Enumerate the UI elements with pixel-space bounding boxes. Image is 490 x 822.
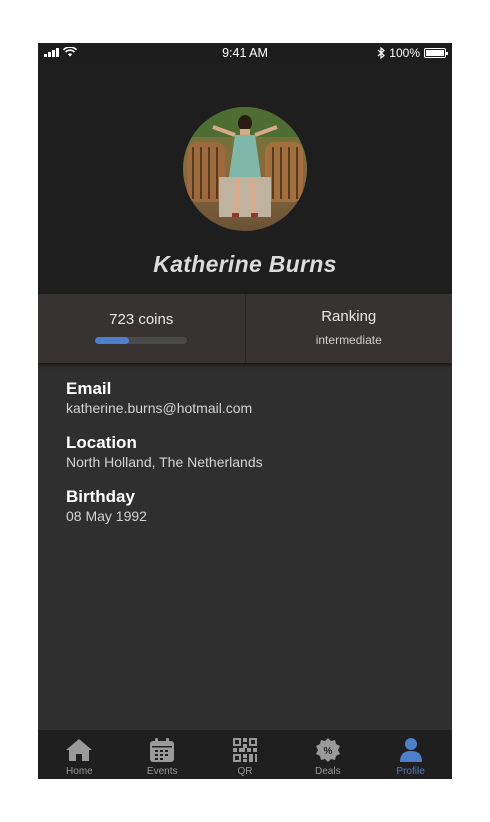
- tab-home-label: Home: [66, 766, 93, 777]
- person-icon: [399, 738, 422, 762]
- tab-qr-label: QR: [237, 766, 253, 777]
- email-label: Email: [66, 379, 112, 398]
- status-bar: 9:41 AM 100%: [38, 43, 452, 63]
- battery-icon: [424, 48, 448, 58]
- ranking-value: intermediate: [315, 333, 382, 347]
- location-value: North Holland, The Netherlands: [66, 454, 263, 470]
- phone-screen: 9:41 AM 100% Katherine Burns 723 coins R…: [38, 43, 452, 779]
- bottom-tab-bar: Home Events QR % Deals Profile: [38, 730, 452, 779]
- birthday-value: 08 May 1992: [66, 508, 147, 524]
- coins-label: 723 coins: [109, 311, 174, 328]
- email-value[interactable]: katherine.burns@hotmail.com: [66, 399, 263, 418]
- qr-code-icon: [232, 738, 257, 762]
- tab-home[interactable]: Home: [38, 730, 121, 779]
- status-right: 100%: [377, 46, 448, 60]
- tab-profile-label: Profile: [396, 766, 425, 777]
- email-field: Email katherine.burns@hotmail.com: [66, 379, 263, 418]
- ranking-stat: Ranking intermediate: [244, 294, 453, 363]
- coins-stat: 723 coins: [38, 294, 245, 363]
- tab-events[interactable]: Events: [121, 730, 204, 779]
- birthday-label: Birthday: [66, 487, 135, 506]
- tab-events-label: Events: [146, 766, 178, 777]
- deals-badge-icon: %: [315, 738, 340, 762]
- location-label: Location: [66, 433, 137, 452]
- bluetooth-icon: [377, 47, 386, 59]
- tab-qr[interactable]: QR: [204, 730, 287, 779]
- coins-progress-fill: [95, 337, 130, 344]
- avatar[interactable]: [183, 107, 307, 231]
- svg-text:%: %: [323, 746, 332, 757]
- stats-panel: 723 coins Ranking intermediate: [38, 294, 452, 363]
- tab-deals-label: Deals: [315, 766, 341, 777]
- tab-profile[interactable]: Profile: [369, 730, 452, 779]
- calendar-icon: [150, 738, 175, 762]
- location-field: Location North Holland, The Netherlands: [66, 433, 263, 472]
- birthday-field: Birthday 08 May 1992: [66, 487, 263, 526]
- battery-percent: 100%: [389, 46, 420, 60]
- home-icon: [66, 739, 93, 761]
- coins-progress-bar: [95, 337, 187, 344]
- ranking-title: Ranking: [321, 308, 377, 325]
- profile-name: Katherine Burns: [153, 251, 337, 277]
- profile-header: Katherine Burns: [38, 63, 452, 294]
- profile-details: Email katherine.burns@hotmail.com Locati…: [66, 379, 263, 541]
- tab-deals[interactable]: % Deals: [286, 730, 369, 779]
